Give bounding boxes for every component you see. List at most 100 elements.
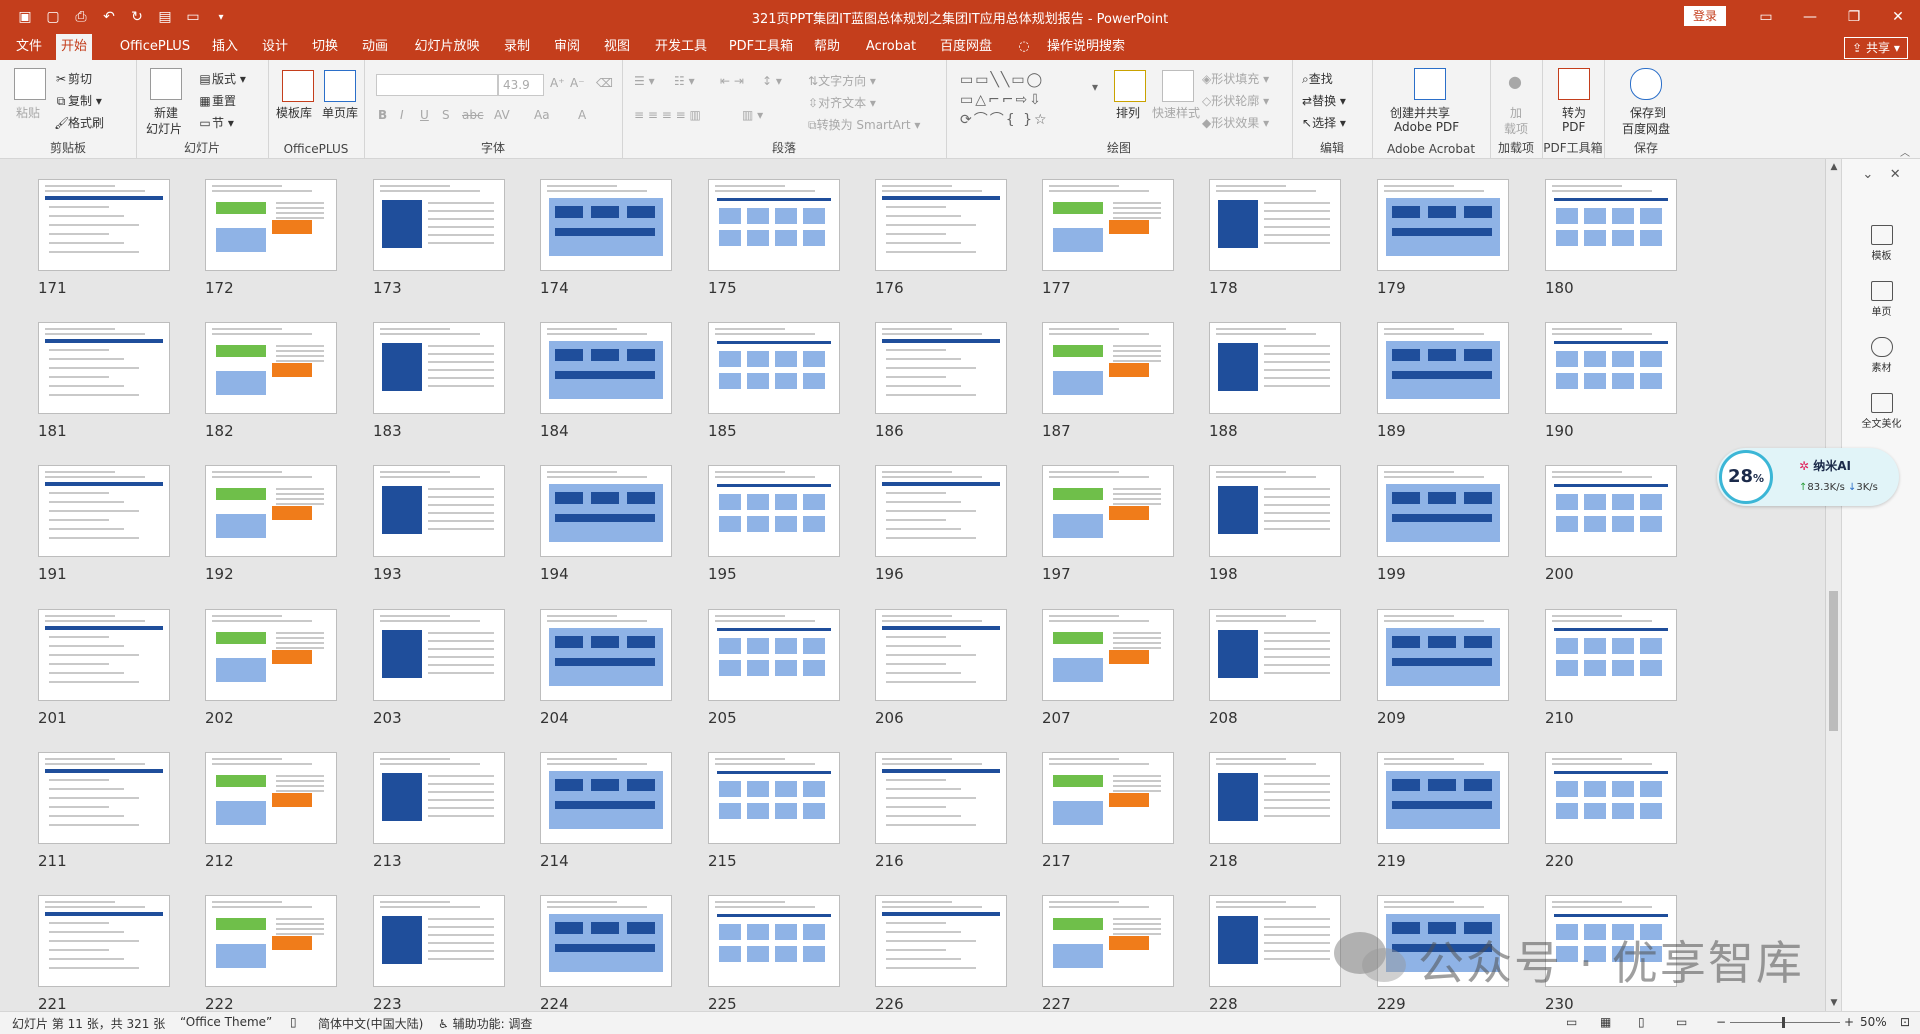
normal-view-icon[interactable]: ▭ — [1566, 1015, 1577, 1029]
new-slide-icon[interactable] — [150, 68, 182, 100]
slide-thumbnail[interactable] — [1042, 179, 1174, 271]
maximize-icon[interactable]: ❐ — [1832, 0, 1876, 34]
slide-thumbnail[interactable] — [708, 465, 840, 557]
font-name-field[interactable] — [376, 74, 498, 96]
single-page-library-button[interactable]: 单页库 — [322, 104, 358, 121]
slide-thumbnail[interactable] — [1545, 465, 1677, 557]
create-share-label-2[interactable]: Adobe PDF — [1394, 120, 1459, 134]
slide-thumbnail[interactable] — [373, 609, 505, 701]
line-spacing-icon[interactable]: ↕ ▾ — [762, 74, 782, 88]
tab-animations[interactable]: 动画 — [358, 34, 392, 60]
slide-thumbnail[interactable] — [373, 752, 505, 844]
format-painter-button[interactable]: 🖌格式刷 — [54, 114, 104, 131]
change-case-button[interactable]: Aa — [534, 108, 550, 122]
slide-thumbnail[interactable] — [373, 322, 505, 414]
slide-thumbnail[interactable] — [708, 179, 840, 271]
shrink-font-icon[interactable]: A⁻ — [570, 76, 585, 90]
shape-effects-button[interactable]: ◆形状效果 ▾ — [1202, 114, 1269, 131]
save-baidu-label-1[interactable]: 保存到 — [1630, 104, 1666, 121]
strikethrough-button[interactable]: abc — [462, 108, 484, 122]
shapes-gallery[interactable]: ▭▭╲╲▭◯ ▭△⌐⌐⇨⇩ ⟳⌒⌒{ }☆ — [960, 70, 1049, 130]
bold-button[interactable]: B — [378, 108, 387, 122]
slide-thumbnail[interactable] — [875, 895, 1007, 987]
clear-format-icon[interactable]: ⌫ — [596, 76, 613, 90]
slide-thumbnail[interactable] — [708, 895, 840, 987]
arrange-icon[interactable] — [1114, 70, 1146, 102]
italic-button[interactable]: I — [400, 108, 404, 122]
spellcheck-icon[interactable]: ▯ — [290, 1015, 297, 1029]
convert-pdf-label-2[interactable]: PDF — [1562, 120, 1585, 134]
shapes-more-icon[interactable]: ▾ — [1092, 80, 1098, 94]
shape-outline-button[interactable]: ◇形状轮廓 ▾ — [1202, 92, 1269, 109]
baidu-cloud-icon[interactable] — [1630, 68, 1662, 100]
addins-label-2[interactable]: 载项 — [1504, 120, 1528, 137]
slide-thumbnail[interactable] — [540, 752, 672, 844]
align-text-button[interactable]: ⇳对齐文本 ▾ — [808, 94, 876, 111]
tab-design[interactable]: 设计 — [258, 34, 292, 60]
slide-thumbnail[interactable] — [875, 752, 1007, 844]
select-button[interactable]: ↖选择 ▾ — [1302, 114, 1346, 131]
pdf-share-icon[interactable] — [1414, 68, 1446, 100]
columns-icon[interactable]: ▥ ▾ — [742, 108, 763, 122]
shape-fill-button[interactable]: ◈形状填充 ▾ — [1202, 70, 1269, 87]
scroll-thumb[interactable] — [1829, 591, 1838, 731]
arrange-button[interactable]: 排列 — [1116, 104, 1140, 121]
slide-thumbnail[interactable] — [1209, 752, 1341, 844]
slide-thumbnail[interactable] — [205, 752, 337, 844]
slide-thumbnail[interactable] — [875, 179, 1007, 271]
slide-thumbnail[interactable] — [1209, 609, 1341, 701]
align-buttons[interactable]: ≡ ≡ ≡ ≡ ▥ — [634, 108, 701, 122]
slide-thumbnail[interactable] — [205, 322, 337, 414]
ribbon-display-icon[interactable]: ▭ — [1744, 0, 1788, 34]
slide-thumbnail[interactable] — [205, 465, 337, 557]
tab-review[interactable]: 审阅 — [550, 34, 584, 60]
panel-template[interactable]: 模板 — [1842, 225, 1920, 262]
slide-thumbnail[interactable] — [875, 609, 1007, 701]
slideshow-view-icon[interactable]: ▭ — [1676, 1015, 1687, 1029]
tab-record[interactable]: 录制 — [500, 34, 534, 60]
slide-thumbnail[interactable] — [38, 609, 170, 701]
tab-insert[interactable]: 插入 — [208, 34, 242, 60]
vertical-scrollbar[interactable]: ▲ ▼ — [1825, 159, 1842, 1011]
pdf-convert-icon[interactable] — [1558, 68, 1590, 100]
slide-thumbnail[interactable] — [540, 895, 672, 987]
minimize-icon[interactable]: — — [1788, 0, 1832, 34]
font-size-field[interactable]: 43.9 — [498, 74, 544, 96]
tab-acrobat[interactable]: Acrobat — [860, 34, 922, 60]
cut-button[interactable]: ✂ 剪切 — [54, 70, 92, 87]
bullets-icon[interactable]: ☰ ▾ — [634, 74, 655, 88]
template-library-button[interactable]: 模板库 — [276, 104, 312, 121]
numbering-icon[interactable]: ☷ ▾ — [674, 74, 695, 88]
zoom-slider[interactable] — [1730, 1022, 1840, 1023]
template-library-icon[interactable] — [282, 70, 314, 102]
zoom-level[interactable]: 50% — [1860, 1015, 1887, 1029]
save-baidu-label-2[interactable]: 百度网盘 — [1622, 120, 1670, 137]
underline-button[interactable]: U — [420, 108, 429, 122]
slide-thumbnail[interactable] — [38, 465, 170, 557]
quick-styles-icon[interactable] — [1162, 70, 1194, 102]
create-share-label-1[interactable]: 创建并共享 — [1390, 104, 1450, 121]
slide-thumbnail[interactable] — [1377, 179, 1509, 271]
slide-sorter-view-icon[interactable]: ▦ — [1600, 1015, 1611, 1029]
grow-font-icon[interactable]: A⁺ — [550, 76, 565, 90]
slide-thumbnail[interactable] — [1209, 895, 1341, 987]
slide-thumbnail[interactable] — [38, 895, 170, 987]
slide-thumbnail[interactable] — [1209, 322, 1341, 414]
paste-icon[interactable] — [14, 68, 46, 100]
font-color-button[interactable]: A — [578, 108, 586, 122]
addins-label-1[interactable]: 加 — [1510, 104, 1522, 121]
replace-button[interactable]: ⇄替换 ▾ — [1302, 92, 1346, 109]
reset-button[interactable]: ▦重置 — [198, 92, 236, 109]
panel-material[interactable]: 素材 — [1842, 337, 1920, 374]
char-spacing-button[interactable]: AV — [494, 108, 510, 122]
zoom-slider-thumb[interactable] — [1782, 1017, 1785, 1028]
collapse-ribbon-icon[interactable]: ︿ — [1900, 144, 1910, 159]
tab-developer[interactable]: 开发工具 — [650, 34, 712, 60]
fit-slide-icon[interactable]: ⊡ — [1900, 1015, 1910, 1029]
slide-thumbnail[interactable] — [875, 465, 1007, 557]
copy-button[interactable]: ⧉ 复制 ▾ — [54, 92, 102, 109]
slide-thumbnail[interactable] — [205, 179, 337, 271]
slide-thumbnail[interactable] — [708, 609, 840, 701]
slide-thumbnail[interactable] — [1545, 179, 1677, 271]
addins-icon[interactable]: ● — [1508, 72, 1522, 91]
